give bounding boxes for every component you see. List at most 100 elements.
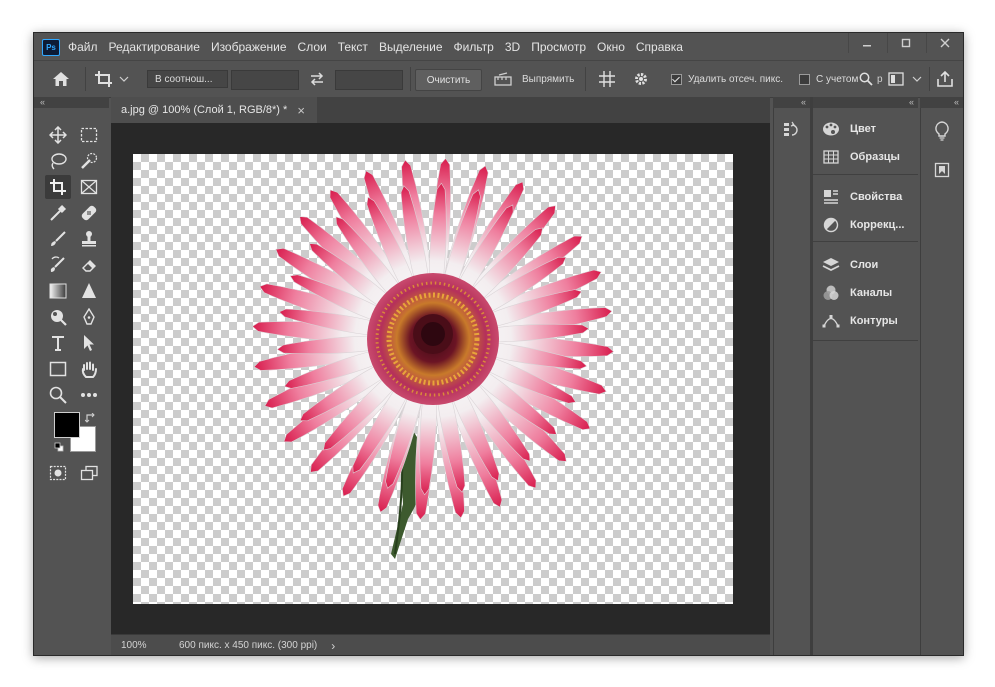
libraries-icon	[934, 162, 950, 178]
frame-tool[interactable]	[76, 175, 102, 199]
ratio-select[interactable]: В соотнош...	[147, 70, 228, 88]
crop-tool-preset[interactable]	[94, 61, 129, 97]
brush-tool[interactable]	[45, 227, 71, 251]
image-canvas[interactable]	[133, 154, 733, 604]
history-brush-tool[interactable]	[45, 253, 71, 277]
stamp-icon	[82, 231, 96, 247]
history-button[interactable]	[783, 121, 801, 142]
menu-layers[interactable]: Слои	[298, 40, 327, 54]
screen-mode-button[interactable]	[76, 461, 102, 485]
pen-tool[interactable]	[76, 305, 102, 329]
minimize-button[interactable]	[848, 33, 885, 53]
workspace-button[interactable]	[888, 61, 922, 97]
hand-tool[interactable]	[76, 357, 102, 381]
menu-filter[interactable]: Фильтр	[454, 40, 494, 54]
maximize-button[interactable]	[887, 33, 924, 53]
content-aware-option[interactable]: С учетом	[799, 61, 858, 97]
status-arrow[interactable]: ›	[331, 639, 335, 653]
swap-button[interactable]	[309, 61, 325, 97]
learn-button[interactable]	[934, 121, 950, 144]
lasso-tool[interactable]	[45, 149, 71, 173]
eraser-tool[interactable]	[76, 253, 102, 277]
height-input[interactable]	[335, 70, 403, 90]
panel-channels-label: Каналы	[850, 287, 893, 299]
panel-channels[interactable]: Каналы	[821, 281, 892, 305]
libraries-button[interactable]	[934, 162, 950, 181]
panel-properties-label: Свойства	[850, 191, 903, 203]
foreground-color-swatch[interactable]	[54, 412, 80, 438]
delete-cropped-option[interactable]: Удалить отсеч. пикс.	[671, 61, 783, 97]
rectangle-tool[interactable]	[45, 357, 71, 381]
quick-mask-icon	[49, 465, 67, 481]
panel-layers-label: Слои	[850, 259, 879, 271]
menu-3d[interactable]: 3D	[505, 40, 520, 54]
panel1-collapse[interactable]: «	[773, 97, 810, 108]
search-extra: р	[877, 73, 883, 85]
history-icon	[784, 121, 798, 136]
clone-stamp-tool[interactable]	[76, 227, 102, 251]
quick-selection-tool[interactable]	[76, 149, 102, 173]
move-tool[interactable]	[45, 123, 71, 147]
separator	[410, 67, 411, 91]
swap-icon	[310, 72, 324, 86]
panel-swatches[interactable]: Образцы	[821, 145, 900, 169]
close-icon	[940, 38, 950, 48]
clear-button[interactable]: Очистить	[415, 69, 482, 91]
menu-file[interactable]: Файл	[68, 40, 98, 54]
document-tab-title: a.jpg @ 100% (Слой 1, RGB/8*) *	[121, 104, 288, 116]
properties-panel-group: Свойства Коррекц...	[813, 175, 918, 242]
menu-type[interactable]: Текст	[338, 40, 368, 54]
eyedropper-tool[interactable]	[45, 201, 71, 225]
crop-settings-button[interactable]	[633, 61, 649, 97]
menu-image[interactable]: Изображение	[211, 40, 287, 54]
marquee-tool[interactable]	[76, 123, 102, 147]
menu-window[interactable]: Окно	[597, 40, 625, 54]
home-button[interactable]	[52, 61, 70, 97]
panel2-collapse[interactable]: «	[813, 97, 918, 108]
healing-brush-tool[interactable]	[76, 201, 102, 225]
close-button[interactable]	[926, 33, 963, 53]
gradient-tool[interactable]	[45, 279, 71, 303]
grid-icon	[823, 150, 839, 164]
delete-cropped-checkbox[interactable]	[671, 73, 682, 85]
app-logo: Ps	[42, 39, 60, 56]
swap-colors-button[interactable]	[84, 412, 96, 427]
panel-properties[interactable]: Свойства	[821, 185, 902, 209]
document-info: 600 пикс. x 450 пикс. (300 ppi)	[179, 640, 318, 651]
content-aware-checkbox[interactable]	[799, 73, 810, 85]
overlay-grid-button[interactable]	[598, 61, 616, 97]
width-input[interactable]	[231, 70, 299, 90]
zoom-tool[interactable]	[45, 383, 71, 407]
path-selection-tool[interactable]	[76, 331, 102, 355]
straighten-button[interactable]: Выпрямить	[494, 61, 574, 97]
type-tool[interactable]	[45, 331, 71, 355]
menu-select[interactable]: Выделение	[379, 40, 443, 54]
share-button[interactable]	[936, 61, 954, 97]
crop-tool[interactable]	[45, 175, 71, 199]
menu-edit[interactable]: Редактирование	[109, 40, 200, 54]
panel-layers[interactable]: Слои	[821, 253, 878, 277]
blur-tool[interactable]	[76, 279, 102, 303]
type-icon	[52, 336, 64, 351]
panel-color[interactable]: Цвет	[821, 117, 876, 141]
panel-adjustments[interactable]: Коррекц...	[821, 213, 904, 237]
more-tools[interactable]	[76, 383, 102, 407]
quick-mask-button[interactable]	[45, 461, 71, 485]
adjustments-icon	[823, 217, 839, 233]
options-bar: В соотнош... Очистить Выпрямить Удалить …	[34, 60, 963, 98]
window-controls	[846, 33, 963, 57]
zoom-level[interactable]: 100%	[121, 640, 173, 651]
frame-icon	[80, 179, 98, 195]
menu-view[interactable]: Просмотр	[531, 40, 586, 54]
document-tab[interactable]: a.jpg @ 100% (Слой 1, RGB/8*) * ×	[111, 97, 317, 123]
default-colors-button[interactable]	[54, 442, 64, 455]
menu-help[interactable]: Справка	[636, 40, 683, 54]
dodge-tool[interactable]	[45, 305, 71, 329]
toolbar-collapse[interactable]: «	[34, 97, 109, 108]
search-button[interactable]: р	[859, 61, 883, 97]
panel-paths[interactable]: Контуры	[821, 309, 898, 333]
home-icon	[53, 72, 69, 86]
document-canvas-area[interactable]	[111, 123, 770, 634]
tab-close-button[interactable]: ×	[297, 103, 305, 118]
panel3-collapse[interactable]: «	[920, 97, 963, 108]
